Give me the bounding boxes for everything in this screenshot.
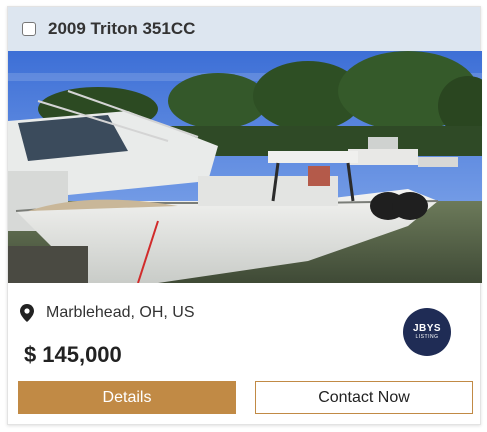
broker-logo-subtext: LISTING: [415, 333, 439, 340]
listing-location: Marblehead, OH, US: [46, 304, 195, 321]
card-header: 2009 Triton 351CC: [8, 7, 480, 51]
broker-logo[interactable]: JBYS LISTING: [403, 308, 451, 356]
currency-symbol: $: [24, 342, 37, 367]
contact-now-button[interactable]: Contact Now: [255, 381, 473, 414]
details-button[interactable]: Details: [18, 381, 236, 414]
select-checkbox[interactable]: [22, 22, 36, 36]
broker-logo-text: JBYS: [412, 322, 442, 334]
map-pin-icon: [20, 304, 34, 322]
listing-title[interactable]: 2009 Triton 351CC: [48, 19, 195, 39]
price-row: $ 145,000: [24, 342, 122, 368]
boat-photo[interactable]: [8, 51, 482, 283]
location-row: Marblehead, OH, US: [20, 304, 195, 322]
listing-price: 145,000: [42, 342, 122, 367]
listing-card: 2009 Triton 351CC Marblehead, OH, US JBY…: [7, 6, 482, 425]
